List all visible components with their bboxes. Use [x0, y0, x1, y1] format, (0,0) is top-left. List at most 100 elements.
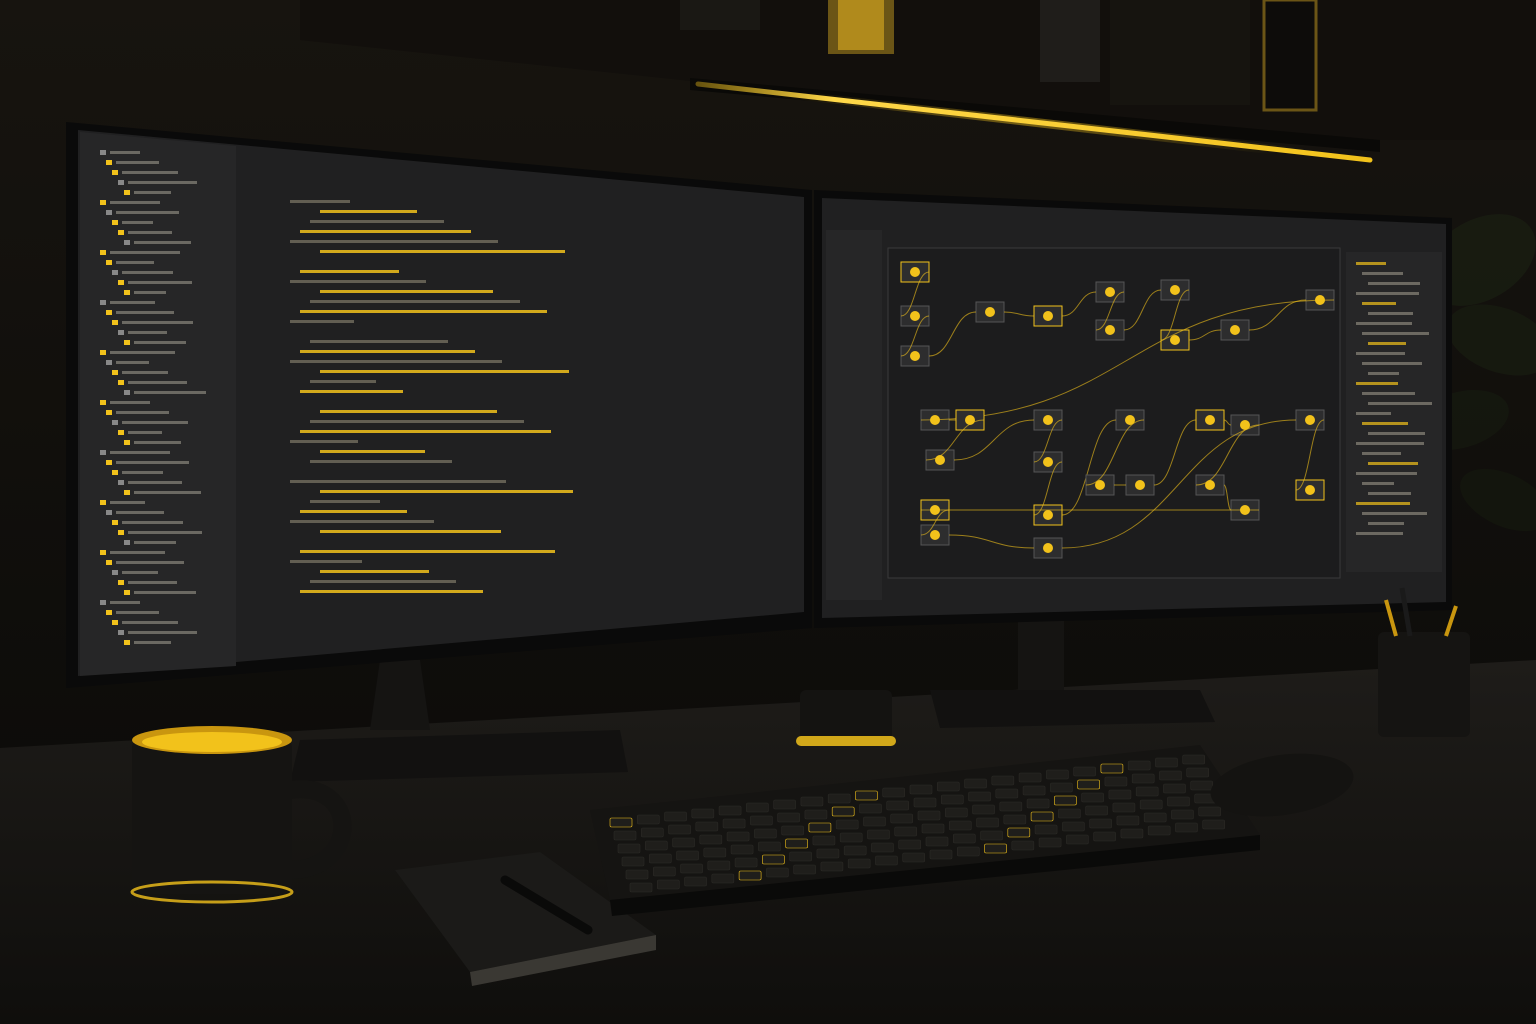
keyboard-key — [1120, 828, 1144, 839]
folder-icon — [106, 210, 112, 215]
keyboard-key — [867, 829, 890, 840]
keyboard-key — [940, 794, 964, 805]
keyboard-key — [812, 835, 836, 846]
folder-icon — [100, 400, 106, 405]
code-line — [290, 480, 506, 483]
keyboard-key — [691, 808, 715, 819]
folder-icon — [100, 300, 106, 305]
inspector-line — [1362, 392, 1415, 395]
keyboard-key — [789, 851, 812, 862]
folder-icon — [112, 320, 118, 325]
file-tree-line — [128, 631, 197, 634]
keyboard-key — [952, 833, 976, 844]
keyboard-key — [777, 812, 800, 823]
keyboard-key — [1100, 763, 1124, 774]
folder-icon — [124, 240, 130, 245]
keyboard-key — [726, 831, 750, 842]
inspector-line — [1356, 352, 1405, 355]
file-tree-line — [128, 181, 197, 184]
keyboard-key — [1127, 760, 1151, 771]
file-tree-line — [134, 441, 181, 444]
file-tree-line — [110, 201, 160, 204]
keyboard-key — [929, 849, 953, 860]
folder-icon — [112, 220, 118, 225]
code-line — [310, 300, 520, 303]
keyboard-key — [1058, 808, 1081, 819]
folder-icon — [118, 180, 124, 185]
node-icon — [910, 311, 920, 321]
keyboard-key — [730, 844, 754, 855]
keyboard-key — [1143, 812, 1167, 823]
folder-icon — [106, 510, 112, 515]
code-line — [310, 500, 380, 503]
folder-icon — [112, 620, 118, 625]
keyboard-key — [890, 813, 914, 824]
code-line — [320, 210, 417, 213]
keyboard-key — [785, 838, 808, 849]
keyboard-key — [894, 826, 918, 837]
keyboard-key — [644, 840, 668, 851]
keyboard-key — [1131, 773, 1155, 784]
inspector-line — [1362, 272, 1403, 275]
code-line — [320, 570, 429, 573]
code-line — [310, 420, 524, 423]
file-tree-line — [134, 541, 176, 544]
keyboard-key — [902, 852, 926, 863]
file-tree-line — [128, 331, 167, 334]
folder-icon — [100, 200, 106, 205]
file-tree-line — [110, 501, 145, 504]
folder-icon — [100, 500, 106, 505]
keyboard-key — [1054, 795, 1077, 806]
keyboard-key — [1139, 799, 1163, 810]
keyboard-key — [1077, 779, 1100, 790]
folder-icon — [106, 460, 112, 465]
folder-icon — [124, 390, 130, 395]
keyboard-key — [1155, 757, 1178, 768]
folder-icon — [118, 630, 124, 635]
keyboard-key — [968, 791, 991, 802]
file-tree-line — [116, 361, 149, 364]
folder-icon — [106, 410, 112, 415]
keyboard-key — [948, 820, 972, 831]
folder-icon — [118, 380, 124, 385]
folder-icon — [106, 360, 112, 365]
folder-icon — [118, 280, 124, 285]
keyboard-key — [995, 788, 1019, 799]
node-icon — [1105, 287, 1115, 297]
node-icon — [1043, 311, 1053, 321]
keyboard-key — [1198, 806, 1222, 817]
file-tree-line — [122, 521, 183, 524]
file-tree-line — [128, 231, 172, 234]
keyboard-key — [664, 811, 687, 822]
inspector-line — [1362, 512, 1427, 515]
file-tree-line — [110, 351, 175, 354]
folder-icon — [118, 580, 124, 585]
folder-icon — [118, 430, 124, 435]
folder-icon — [100, 250, 106, 255]
file-tree-line — [116, 161, 159, 164]
inspector-line — [1356, 262, 1386, 265]
code-line — [300, 550, 555, 553]
file-tree-line — [128, 281, 192, 284]
keyboard-key — [668, 824, 691, 835]
keyboard-key — [629, 882, 653, 893]
code-line — [300, 350, 475, 353]
keyboard-key — [847, 858, 871, 869]
file-tree-line — [110, 301, 155, 304]
keyboard-key — [1050, 782, 1073, 793]
folder-icon — [100, 550, 106, 555]
keyboard-key — [936, 781, 960, 792]
code-line — [320, 370, 569, 373]
file-tree-line — [134, 241, 191, 244]
code-line — [290, 280, 426, 283]
node-icon — [930, 530, 940, 540]
folder-icon — [124, 190, 130, 195]
inspector-line — [1368, 372, 1399, 375]
node-icon — [1230, 325, 1240, 335]
keyboard-key — [738, 870, 762, 881]
keyboard-key — [980, 830, 1003, 841]
keyboard-key — [839, 832, 863, 843]
folder-icon — [100, 450, 106, 455]
keyboard-key — [707, 860, 731, 871]
keyboard-key — [991, 775, 1015, 786]
